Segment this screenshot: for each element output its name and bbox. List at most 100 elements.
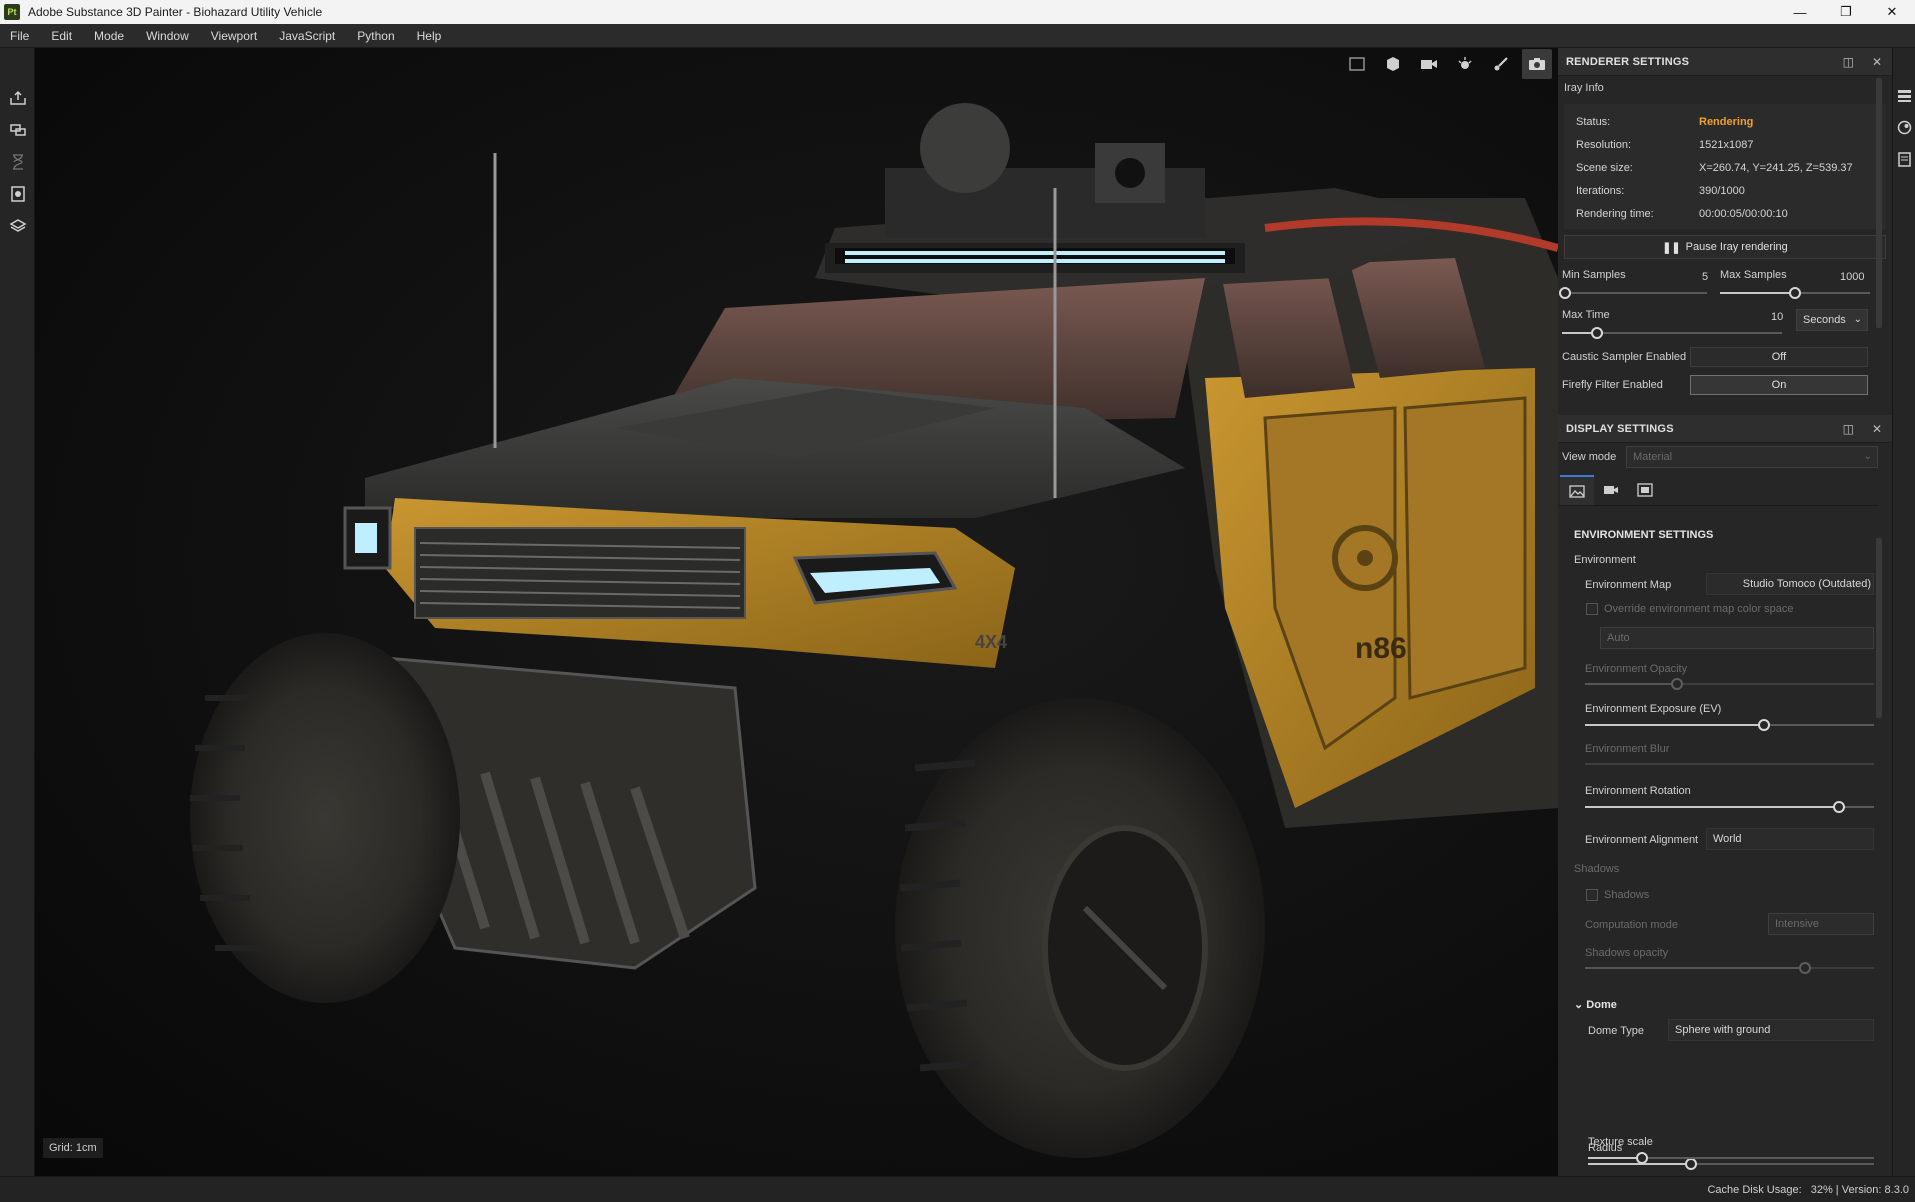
hourglass-icon[interactable]	[9, 154, 27, 170]
pause-icon: ❚❚	[1662, 241, 1681, 254]
grid-size-label: Grid: 1cm	[43, 1138, 103, 1158]
max-samples-slider[interactable]	[1720, 287, 1870, 299]
env-rotation-slider[interactable]	[1585, 801, 1874, 813]
slider-knob[interactable]	[1789, 287, 1801, 299]
slider-knob[interactable]	[1833, 801, 1846, 813]
env-rotation-label: Environment Rotation	[1585, 785, 1691, 797]
slider-knob[interactable]	[1636, 1152, 1649, 1164]
menu-window[interactable]: Window	[146, 29, 189, 43]
computation-mode-label: Computation mode	[1585, 919, 1678, 931]
right-dock	[1892, 48, 1915, 1176]
environment-group-label: Environment	[1574, 554, 1636, 566]
minimize-icon[interactable]: —	[1777, 0, 1823, 24]
env-map-label: Environment Map	[1585, 579, 1672, 591]
dome-section-title[interactable]: ⌄ Dome	[1574, 998, 1617, 1011]
shadows-opacity-slider[interactable]	[1585, 962, 1874, 974]
override-color-space-checkbox[interactable]	[1586, 603, 1598, 615]
3d-view-icon[interactable]	[1378, 49, 1408, 79]
restore-icon[interactable]: ❐	[1823, 0, 1869, 24]
info-key: Iterations:	[1576, 184, 1625, 197]
menu-python[interactable]: Python	[357, 29, 394, 43]
environment-tab-icon[interactable]	[1560, 475, 1594, 505]
dome-type-select[interactable]: Sphere with ground	[1668, 1019, 1874, 1041]
slider-knob[interactable]	[1758, 719, 1771, 731]
slider-knob[interactable]	[1671, 678, 1684, 690]
shadows-checkbox[interactable]	[1586, 889, 1598, 901]
dome-type-value: Sphere with ground	[1675, 1024, 1771, 1036]
texture-set-icon[interactable]	[9, 186, 27, 202]
texture-scale-label: Texture scale	[1588, 1136, 1653, 1148]
env-alignment-value: World	[1713, 833, 1742, 845]
mesh-icon[interactable]	[9, 218, 27, 234]
slider-fill	[1588, 1157, 1643, 1159]
env-opacity-slider[interactable]	[1585, 678, 1874, 690]
menu-help[interactable]: Help	[417, 29, 442, 43]
screenshot-icon[interactable]	[1522, 49, 1552, 79]
float-panel-icon[interactable]: ◫	[1843, 422, 1854, 436]
info-key: Status:	[1576, 115, 1611, 128]
lighting-icon[interactable]	[1450, 49, 1480, 79]
display-settings-title: DISPLAY SETTINGS	[1566, 422, 1674, 435]
slider-knob[interactable]	[1558, 287, 1571, 299]
title-bar: Pt Adobe Substance 3D Painter - Biohazar…	[0, 0, 1915, 24]
env-blur-slider[interactable]	[1585, 763, 1874, 765]
max-time-slider[interactable]	[1562, 327, 1782, 339]
menu-file[interactable]: File	[10, 29, 29, 43]
min-samples-label: Min Samples	[1562, 269, 1626, 281]
bake-icon[interactable]	[9, 122, 27, 138]
2d-view-icon[interactable]	[1342, 49, 1372, 79]
camera-icon[interactable]	[1414, 49, 1444, 79]
caustic-toggle[interactable]: Off	[1690, 347, 1868, 367]
time-unit-select[interactable]: Seconds ⌄	[1796, 309, 1868, 331]
info-row-rendering-time: Rendering time: 00:00:05/00:00:10	[1564, 202, 1886, 225]
renderer-settings-title: RENDERER SETTINGS	[1566, 55, 1690, 68]
brush-icon[interactable]	[1486, 49, 1516, 79]
view-mode-select[interactable]: Material ⌄	[1626, 446, 1878, 468]
viewer-tab-icon[interactable]	[1628, 475, 1662, 505]
env-map-select[interactable]: Studio Tomoco (Outdated)	[1706, 573, 1874, 595]
menu-edit[interactable]: Edit	[51, 29, 72, 43]
layers-icon[interactable]	[1897, 88, 1912, 103]
iray-info-table: Status: Rendering Resolution: 1521x1087 …	[1564, 104, 1886, 229]
env-alignment-select[interactable]: World	[1706, 828, 1874, 850]
env-exposure-slider[interactable]	[1585, 719, 1874, 731]
menu-javascript[interactable]: JavaScript	[279, 29, 335, 43]
close-panel-icon[interactable]: ✕	[1872, 422, 1882, 436]
display-scrollbar[interactable]	[1876, 538, 1882, 718]
computation-mode-select[interactable]: Intensive	[1768, 913, 1874, 935]
firefly-toggle[interactable]: On	[1690, 375, 1868, 395]
slider-knob[interactable]	[1591, 327, 1604, 339]
slider-fill	[1585, 683, 1678, 685]
shelf-icon[interactable]	[1897, 120, 1912, 135]
front-badge-text: 4X4	[975, 632, 1007, 652]
camera-tab-icon[interactable]	[1594, 475, 1628, 505]
close-icon[interactable]: ✕	[1869, 0, 1915, 24]
display-settings-body: View mode Material ⌄ ENVIRONMENT SETTING…	[1558, 443, 1892, 1063]
color-space-select[interactable]: Auto	[1600, 627, 1874, 649]
info-row-status: Status: Rendering	[1564, 110, 1886, 133]
dome-title-text: Dome	[1586, 999, 1617, 1011]
status-value: Rendering	[1699, 115, 1754, 128]
view-mode-label: View mode	[1562, 451, 1617, 463]
slider-knob[interactable]	[1798, 962, 1811, 974]
caustic-label: Caustic Sampler Enabled	[1562, 351, 1687, 363]
env-alignment-label: Environment Alignment	[1585, 834, 1699, 846]
samples-row: Min Samples 5 Max Samples 1000	[1558, 263, 1892, 305]
viewport-3d[interactable]: 4X4 n86 Grid: 1cm	[35, 48, 1558, 1176]
menu-viewport[interactable]: Viewport	[211, 29, 257, 43]
max-samples-label: Max Samples	[1720, 269, 1787, 281]
menu-mode[interactable]: Mode	[94, 29, 124, 43]
close-panel-icon[interactable]: ✕	[1872, 55, 1882, 69]
renderer-scrollbar[interactable]	[1876, 78, 1882, 328]
export-icon[interactable]	[9, 90, 27, 106]
history-icon[interactable]	[1897, 152, 1912, 167]
min-samples-slider[interactable]	[1558, 287, 1707, 299]
texture-scale-slider[interactable]	[1588, 1152, 1874, 1164]
max-time-label: Max Time	[1562, 309, 1610, 321]
dome-type-label: Dome Type	[1588, 1025, 1645, 1037]
vehicle-render: 4X4 n86	[190, 103, 1558, 1158]
pause-iray-button[interactable]: ❚❚ Pause Iray rendering	[1564, 235, 1886, 259]
caustic-row: Caustic Sampler Enabled Off	[1558, 345, 1892, 373]
float-panel-icon[interactable]: ◫	[1843, 55, 1854, 69]
chevron-down-icon: ⌄	[1853, 314, 1862, 325]
